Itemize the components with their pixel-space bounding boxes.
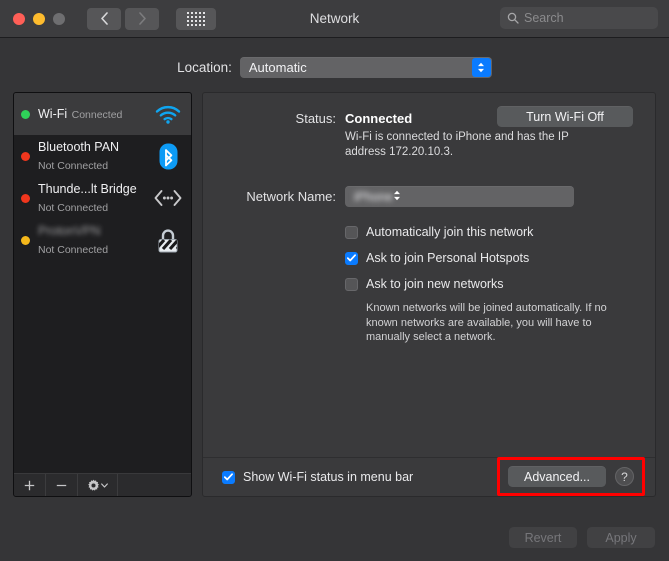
- advanced-button[interactable]: Advanced...: [508, 466, 606, 487]
- window-titlebar: Network: [0, 0, 669, 38]
- checkmark-icon: [347, 254, 356, 262]
- add-service-button[interactable]: [14, 474, 46, 496]
- auto-join-network-label: Automatically join this network: [366, 225, 534, 239]
- sidebar-item-vpn[interactable]: ProtonVPN Not Connected: [14, 219, 191, 261]
- minimize-window-button[interactable]: [33, 12, 45, 25]
- turn-wifi-off-button[interactable]: Turn Wi-Fi Off: [497, 106, 633, 127]
- search-input[interactable]: [524, 11, 651, 25]
- zoom-window-button[interactable]: [53, 12, 65, 25]
- location-stepper-arrows[interactable]: [471, 57, 491, 77]
- status-led-green: [21, 109, 30, 119]
- service-name: ProtonVPN: [38, 224, 101, 238]
- location-row: Location: Automatic: [0, 51, 669, 83]
- network-name-value: iPhone: [354, 189, 393, 204]
- checkmark-icon: [224, 473, 233, 481]
- service-name: Bluetooth PAN: [38, 140, 120, 154]
- forward-button[interactable]: [125, 7, 159, 30]
- show-all-button[interactable]: [176, 7, 216, 30]
- network-name-label: Network Name:: [246, 189, 336, 204]
- thunderbolt-bridge-icon: [153, 183, 183, 213]
- preferences-body: Wi-Fi Connected Bluetooth PAN Not Connec…: [13, 92, 656, 497]
- vpn-lock-icon: [153, 225, 183, 255]
- service-name: Wi-Fi: [38, 107, 68, 121]
- network-services-list: Wi-Fi Connected Bluetooth PAN Not Connec…: [14, 93, 191, 473]
- show-wifi-status-checkbox[interactable]: [222, 470, 235, 484]
- sidebar-toolbar: [14, 473, 191, 496]
- bluetooth-icon: [153, 141, 183, 171]
- status-led-red: [21, 151, 30, 161]
- status-led-yellow: [21, 235, 30, 245]
- revert-button[interactable]: Revert: [509, 527, 577, 548]
- service-status: Not Connected: [38, 160, 109, 172]
- traffic-light-controls: [13, 12, 65, 25]
- search-field[interactable]: [500, 7, 658, 29]
- status-description: Wi-Fi is connected to iPhone and has the…: [345, 131, 569, 158]
- service-status: Connected: [71, 109, 123, 121]
- show-wifi-status-label: Show Wi-Fi status in menu bar: [243, 470, 414, 484]
- ask-join-hotspots-label: Ask to join Personal Hotspots: [366, 251, 530, 265]
- network-name-stepper-arrows[interactable]: [393, 188, 401, 206]
- window-footer-buttons: Revert Apply: [509, 527, 655, 548]
- auto-join-network-row[interactable]: Automatically join this network: [345, 225, 655, 239]
- known-networks-hint: Known networks will be joined automatica…: [366, 302, 607, 343]
- plus-icon: [24, 480, 35, 490]
- status-value: Connected: [345, 111, 413, 126]
- detail-bottom-bar: Show Wi-Fi status in menu bar Advanced..…: [203, 457, 655, 496]
- status-label: Status:: [295, 111, 336, 126]
- minus-icon: [56, 484, 67, 486]
- apply-button[interactable]: Apply: [587, 527, 655, 548]
- sidebar-toolbar-filler: [118, 474, 191, 496]
- sidebar-item-bluetooth-pan[interactable]: Bluetooth PAN Not Connected: [14, 135, 191, 177]
- service-name: Thunde...lt Bridge: [38, 182, 137, 196]
- navigation-buttons: [87, 7, 159, 30]
- ask-join-new-networks-label: Ask to join new networks: [366, 277, 504, 291]
- wifi-icon: [153, 99, 183, 129]
- wifi-options-checkboxes: Automatically join this network Ask to j…: [345, 225, 655, 345]
- service-status: Not Connected: [38, 202, 109, 214]
- show-wifi-status-row[interactable]: Show Wi-Fi status in menu bar: [222, 470, 413, 484]
- location-label: Location:: [177, 59, 232, 75]
- auto-join-network-checkbox[interactable]: [345, 225, 358, 239]
- show-all-grid-icon: [187, 11, 205, 26]
- ask-join-new-networks-checkbox[interactable]: [345, 277, 358, 291]
- sidebar-item-thunderbolt-bridge[interactable]: Thunde...lt Bridge Not Connected: [14, 177, 191, 219]
- network-preferences-window: Network Location: Automatic: [0, 0, 669, 561]
- search-icon: [507, 12, 519, 24]
- service-status: Not Connected: [38, 244, 109, 256]
- back-button[interactable]: [87, 7, 121, 30]
- help-button[interactable]: ?: [615, 467, 634, 486]
- remove-service-button[interactable]: [46, 474, 78, 496]
- chevron-down-icon: [101, 482, 108, 488]
- sidebar-item-wifi[interactable]: Wi-Fi Connected: [14, 93, 191, 135]
- location-popup-button[interactable]: Automatic: [239, 56, 492, 78]
- network-name-row: Network Name: iPhone: [203, 186, 655, 207]
- ask-join-hotspots-checkbox[interactable]: [345, 251, 358, 265]
- network-services-sidebar: Wi-Fi Connected Bluetooth PAN Not Connec…: [13, 92, 192, 497]
- advanced-highlight-box: Advanced... ?: [497, 457, 645, 496]
- location-value: Automatic: [248, 59, 307, 75]
- status-led-red: [21, 193, 30, 203]
- close-window-button[interactable]: [13, 12, 25, 25]
- gear-icon: [88, 479, 99, 491]
- wifi-detail-pane: Status: Connected Turn Wi-Fi Off Wi-Fi i…: [202, 92, 656, 497]
- network-name-popup-button[interactable]: iPhone: [345, 186, 574, 207]
- ask-join-hotspots-row[interactable]: Ask to join Personal Hotspots: [345, 251, 655, 265]
- service-actions-button[interactable]: [78, 474, 118, 496]
- ask-join-new-networks-row[interactable]: Ask to join new networks: [345, 277, 655, 291]
